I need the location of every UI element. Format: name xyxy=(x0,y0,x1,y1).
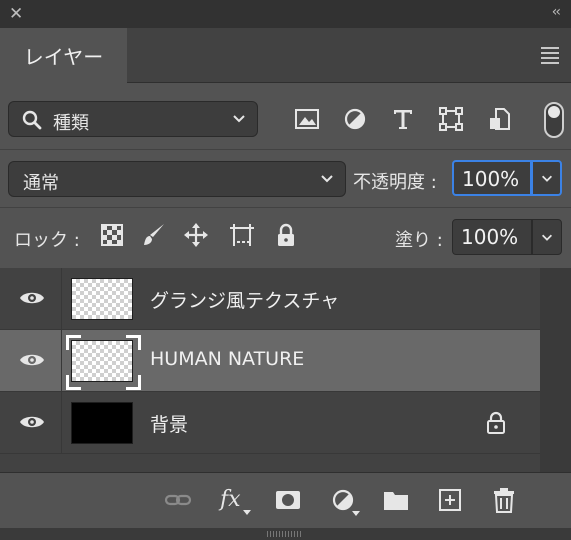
tab-bar: レイヤー xyxy=(0,28,571,83)
visibility-toggle[interactable] xyxy=(0,392,62,454)
layer-name: グランジ風テクスチャ xyxy=(150,290,340,312)
layer-thumbnail xyxy=(71,278,133,320)
layer-name: HUMAN NATURE xyxy=(150,348,305,370)
selection-corner xyxy=(66,335,81,350)
opacity-input[interactable]: 100% xyxy=(452,160,532,196)
filter-toggle[interactable] xyxy=(544,102,564,138)
triangle-down-icon xyxy=(352,511,360,516)
lock-transparent-pixels-icon[interactable] xyxy=(99,222,125,248)
adjustment-icon xyxy=(332,489,354,511)
lock-artboard-icon[interactable] xyxy=(229,222,255,248)
layers-list: グランジ風テクスチャ HUMAN NATURE 背景 xyxy=(0,268,540,472)
new-layer-icon[interactable] xyxy=(436,487,464,513)
layer-row-background[interactable]: 背景 xyxy=(0,392,540,454)
grip-lines xyxy=(267,531,303,537)
layers-panel: ✕ ‹‹ レイヤー 種類 通常 不透明度: 100% ロック: 塗り: 1… xyxy=(0,0,571,540)
divider xyxy=(0,207,571,208)
chevron-down-icon xyxy=(321,175,333,183)
chevron-down-icon xyxy=(233,115,245,123)
tab-layers[interactable]: レイヤー xyxy=(0,28,127,83)
lock-image-pixels-icon[interactable] xyxy=(141,222,167,248)
layer-row-grunge-texture[interactable]: グランジ風テクスチャ xyxy=(0,268,540,330)
image-filter-icon[interactable] xyxy=(294,106,320,132)
fx-label: fx xyxy=(220,487,241,512)
layer-thumbnail xyxy=(71,402,133,444)
link-layers-icon[interactable] xyxy=(164,487,192,513)
resize-grip[interactable] xyxy=(0,528,571,540)
eye-icon xyxy=(20,292,44,304)
opacity-dropdown-button[interactable] xyxy=(532,160,562,196)
triangle-down-icon xyxy=(243,510,251,515)
fill-dropdown-button[interactable] xyxy=(532,219,562,255)
opacity-label: 不透明度 : xyxy=(353,172,437,193)
selection-corner xyxy=(126,375,141,390)
search-icon xyxy=(22,110,42,130)
new-group-icon[interactable] xyxy=(382,487,410,513)
filter-kind-select[interactable]: 種類 xyxy=(8,101,258,137)
fx-icon[interactable]: fx xyxy=(220,487,254,515)
layer-name: 背景 xyxy=(150,414,189,436)
layers-scrollbar[interactable] xyxy=(540,268,571,472)
fill-label: 塗り : xyxy=(395,230,443,251)
panel-titlebar: ✕ ‹‹ xyxy=(0,0,571,28)
lock-label: ロック : xyxy=(14,230,80,251)
selection-corner xyxy=(126,335,141,350)
chevron-down-icon xyxy=(542,234,552,241)
adjustment-filter-icon[interactable] xyxy=(342,106,368,132)
visibility-toggle[interactable] xyxy=(0,330,62,392)
lock-all-icon[interactable] xyxy=(273,222,299,248)
selection-corner xyxy=(66,375,81,390)
type-filter-icon[interactable] xyxy=(390,106,416,132)
add-mask-icon[interactable] xyxy=(274,487,302,513)
eye-icon xyxy=(20,354,44,366)
chevron-down-icon xyxy=(542,175,552,182)
shape-filter-icon[interactable] xyxy=(438,106,464,132)
delete-layer-icon[interactable] xyxy=(490,487,518,513)
layers-footer: fx xyxy=(0,472,571,529)
blend-mode-select[interactable]: 通常 xyxy=(8,161,346,197)
collapse-icon[interactable]: ‹‹ xyxy=(552,4,561,20)
eye-icon xyxy=(20,416,44,428)
divider xyxy=(0,149,571,150)
visibility-toggle[interactable] xyxy=(0,268,62,330)
smart-object-filter-icon[interactable] xyxy=(487,106,513,132)
close-icon[interactable]: ✕ xyxy=(9,4,23,24)
filter-kind-label: 種類 xyxy=(53,113,89,134)
lock-position-icon[interactable] xyxy=(183,222,209,248)
lock-icon[interactable] xyxy=(485,411,507,435)
layer-row-human-nature[interactable]: HUMAN NATURE xyxy=(0,330,540,392)
blend-mode-label: 通常 xyxy=(23,173,59,194)
panel-menu-icon[interactable] xyxy=(541,47,559,67)
new-adjustment-icon[interactable] xyxy=(330,487,360,516)
fill-input[interactable]: 100% xyxy=(452,219,532,255)
